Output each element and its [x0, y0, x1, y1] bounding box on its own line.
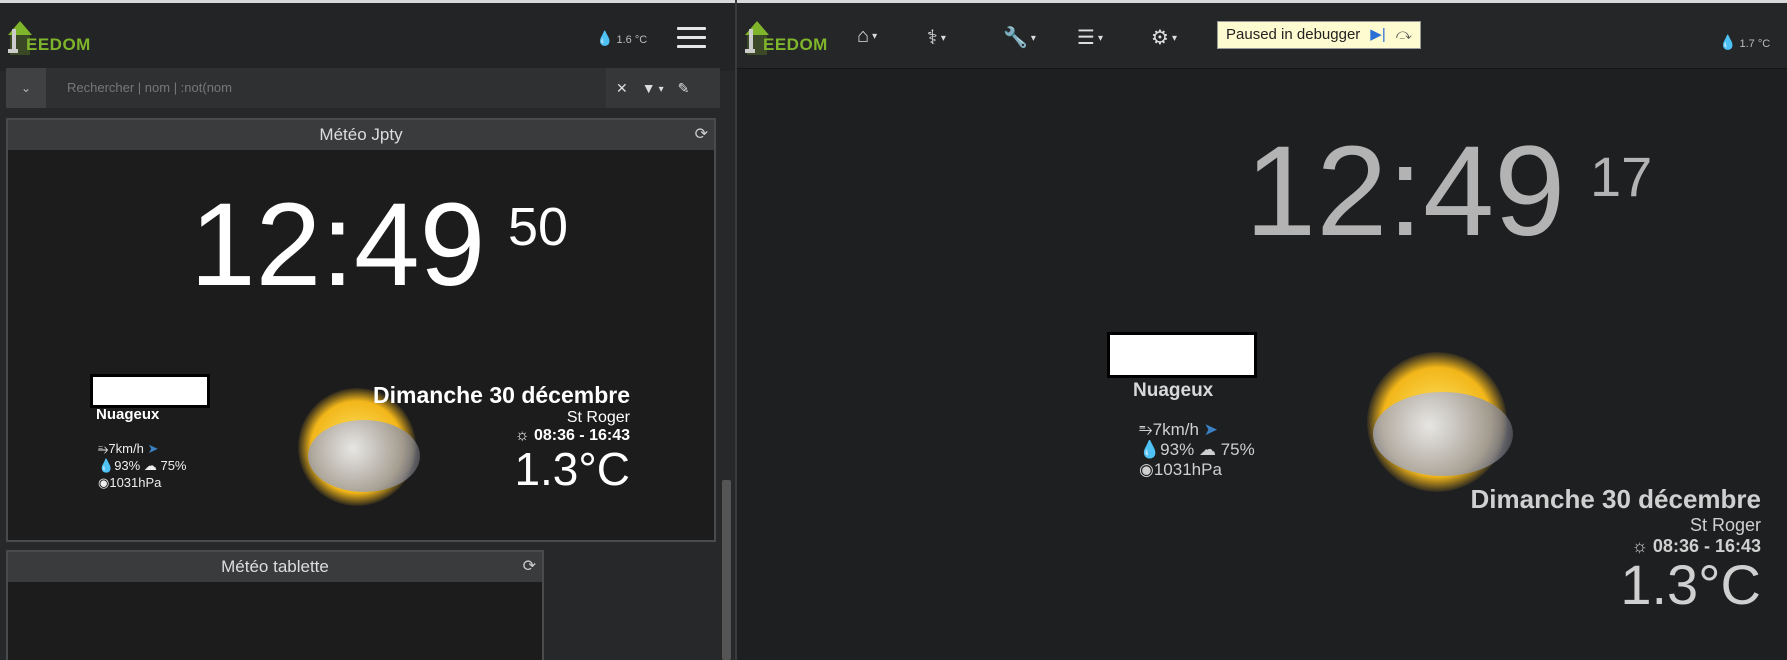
temperature: 1.3°C — [514, 443, 630, 495]
debugger-banner: Paused in debugger ▶| ⤼ — [1217, 21, 1421, 49]
search-bar: ⌄ Rechercher | nom | :not(nom ✕ ▼ ▾ ✎ — [6, 68, 720, 108]
wind-speed: 7km/h — [1152, 420, 1199, 439]
pencil-icon[interactable]: ✎ — [678, 80, 690, 97]
wind-speed: 7km/h — [108, 441, 144, 456]
nav-analysis[interactable]: ⚕ ▾ — [927, 25, 946, 50]
filter-icon[interactable]: ▼ ▾ — [642, 80, 664, 96]
logo-text: EEDOM — [26, 35, 91, 54]
temperature: 1.3°C — [1620, 553, 1761, 616]
clock: 12:49 17 — [1245, 128, 1652, 256]
widget-title: Météo Jpty ⟳ — [8, 120, 714, 150]
clock-seconds: 17 — [1590, 145, 1653, 208]
date-text: Dimanche 30 décembre — [1470, 484, 1761, 514]
date-block: Dimanche 30 décembre St Roger ☼ 08:36 - … — [1377, 484, 1761, 613]
debugger-label: Paused in debugger — [1226, 26, 1361, 43]
humidity-value: 1.6 °C — [616, 34, 648, 46]
saint-text: St Roger — [1689, 515, 1761, 535]
date-block: Dimanche 30 décembre St Roger ☼ 08:36 - … — [348, 382, 630, 493]
date-text: Dimanche 30 décembre — [373, 382, 630, 408]
menu-icon[interactable] — [677, 27, 706, 49]
clock-time: 12:49 — [1245, 120, 1566, 263]
sun-icon: ☼ — [514, 427, 530, 444]
pressure-icon: ◉ — [98, 475, 110, 490]
right-pane: EEDOM ⌂ ▾ ⚕ ▾ 🔧 ▾ ☰ ▾ ⚙ ▾ Paused in debugger … — [737, 0, 1787, 660]
pressure-icon: ◉ — [1139, 460, 1154, 479]
top-navbar: EEDOM ⌂ ▾ ⚕ ▾ 🔧 ▾ ☰ ▾ ⚙ ▾ Paused in debugger … — [737, 0, 1787, 69]
pressure: 1031hPa — [109, 475, 162, 490]
wind-icon: ⥱ — [1139, 420, 1153, 439]
water-drop-icon: 💧 — [1719, 34, 1737, 50]
gear-icon: ⚙ — [1151, 27, 1169, 49]
step-over-icon[interactable]: ⤼ — [1396, 22, 1412, 48]
nav-home[interactable]: ⌂ ▾ — [857, 25, 877, 48]
humidity-icon: 💧 — [1139, 440, 1161, 459]
cloud-icon: ☁ — [143, 458, 157, 473]
widget-title-text: Météo tablette — [221, 557, 329, 576]
wrench-icon: 🔧 — [1003, 27, 1028, 49]
nav-tools[interactable]: 🔧 ▾ — [1003, 25, 1036, 50]
humidity-percent: 93% — [1160, 440, 1195, 459]
humidity-indicator: 💧 1.6 °C — [596, 30, 647, 47]
left-pane: EEDOM 💧 1.6 °C ⌄ Rechercher | nom | :not… — [0, 0, 736, 660]
sun-times: 08:36 - 16:43 — [533, 427, 630, 444]
humidity-indicator: 💧 1.7 °C — [1719, 34, 1770, 51]
humidity-value: 1.7 °C — [1739, 38, 1771, 50]
widget-title: Météo tablette ⟳ — [8, 552, 542, 582]
top-navbar: EEDOM 💧 1.6 °C — [0, 0, 736, 71]
weather-widget-jpty: Météo Jpty ⟳ 12:49 50 Nuageux ⥱7km/h ➤ 💧… — [6, 118, 716, 542]
redacted-box — [1107, 332, 1257, 378]
cloud-icon: ☁ — [1198, 440, 1216, 459]
tasks-icon: ☰ — [1077, 27, 1095, 49]
logo-text: EEDOM — [763, 35, 828, 54]
wind-icon: ⥱ — [98, 441, 109, 456]
search-clear-icon[interactable]: ✕ — [616, 80, 628, 97]
humidity-percent: 93% — [114, 458, 141, 473]
navigation-arrow-icon: ➤ — [147, 441, 159, 456]
clock: 12:49 50 — [190, 186, 568, 304]
clock-time: 12:49 — [190, 179, 486, 311]
search-actions: ✕ ▼ ▾ ✎ — [608, 68, 720, 108]
home-icon: ⌂ — [857, 25, 870, 47]
weather-cloud-image — [1373, 392, 1513, 476]
weather-stats: ⥱7km/h ➤ 💧93% ☁ 75% ◉1031hPa — [1139, 420, 1255, 480]
humidity-icon: 💧 — [98, 458, 115, 473]
saint-text: St Roger — [566, 409, 630, 426]
weather-condition: Nuageux — [96, 406, 160, 423]
weather-stats: ⥱7km/h ➤ 💧93% ☁ 75% ◉1031hPa — [98, 440, 187, 491]
clock-seconds: 50 — [508, 197, 569, 257]
widget-title-text: Météo Jpty — [319, 125, 403, 144]
refresh-icon[interactable]: ⟳ — [523, 552, 536, 582]
weather-widget-tablette: Météo tablette ⟳ — [6, 550, 544, 660]
weather-condition: Nuageux — [1133, 380, 1214, 401]
cloud-cover: 75% — [160, 458, 187, 473]
pressure: 1031hPa — [1153, 460, 1222, 479]
navigation-arrow-icon: ➤ — [1203, 420, 1218, 439]
stethoscope-icon: ⚕ — [927, 27, 938, 49]
chevron-down-icon[interactable]: ⌄ — [6, 68, 46, 108]
refresh-icon[interactable]: ⟳ — [695, 120, 708, 150]
redacted-box — [90, 374, 210, 408]
resume-icon[interactable]: ▶| — [1370, 22, 1385, 48]
cloud-cover: 75% — [1220, 440, 1255, 459]
nav-settings[interactable]: ⚙ ▾ — [1151, 25, 1177, 50]
nav-plugins[interactable]: ☰ ▾ — [1077, 25, 1103, 50]
scrollbar[interactable] — [722, 480, 731, 660]
water-drop-icon: 💧 — [596, 30, 614, 46]
search-input[interactable]: Rechercher | nom | :not(nom — [46, 68, 606, 108]
